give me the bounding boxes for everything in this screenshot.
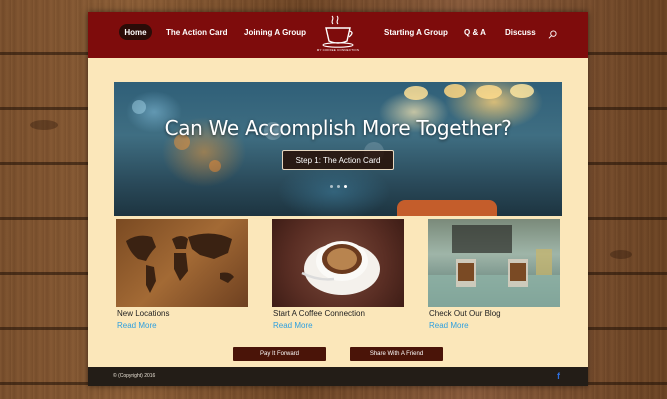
- action-card-button[interactable]: Step 1: The Action Card: [282, 150, 394, 170]
- nav-action-card[interactable]: The Action Card: [166, 28, 227, 37]
- hero-slider: Can We Accomplish More Together? Step 1:…: [114, 82, 562, 216]
- site-footer: © (Copyright) 2016 f: [88, 367, 588, 386]
- nav-discuss[interactable]: Discuss: [505, 28, 536, 37]
- read-more-link[interactable]: Read More: [117, 321, 157, 330]
- read-more-link[interactable]: Read More: [429, 321, 469, 330]
- pay-it-forward-button[interactable]: Pay It Forward: [233, 347, 326, 361]
- search-icon[interactable]: [548, 30, 557, 39]
- coffee-mug-graphic: [397, 200, 497, 216]
- nav-joining-group[interactable]: Joining A Group: [244, 28, 306, 37]
- slide-dot-3[interactable]: [344, 185, 347, 188]
- card-start-coffee-connection: Start A Coffee Connection Read More: [272, 219, 404, 330]
- nav-home[interactable]: Home: [119, 24, 152, 40]
- website-frame: Home The Action Card Joining A Group MY …: [88, 12, 588, 386]
- world-map-image[interactable]: [116, 219, 248, 307]
- card-title: New Locations: [117, 309, 170, 318]
- share-with-friend-button[interactable]: Share With A Friend: [350, 347, 443, 361]
- card-new-locations: New Locations Read More: [116, 219, 248, 330]
- facebook-icon[interactable]: f: [557, 371, 560, 381]
- copyright-text: © (Copyright) 2016: [113, 373, 156, 379]
- read-more-link[interactable]: Read More: [273, 321, 313, 330]
- logo-text: MY COFFEE CONNECTION: [316, 48, 360, 52]
- hero-title: Can We Accomplish More Together?: [164, 116, 512, 140]
- card-title: Start A Coffee Connection: [273, 309, 365, 318]
- nav-starting-group[interactable]: Starting A Group: [384, 28, 448, 37]
- card-title: Check Out Our Blog: [429, 309, 501, 318]
- slide-dot-2[interactable]: [337, 185, 340, 188]
- slider-dots: [330, 185, 347, 188]
- coffee-cup-image[interactable]: [272, 219, 404, 307]
- card-blog: Check Out Our Blog Read More: [428, 219, 560, 330]
- slide-dot-1[interactable]: [330, 185, 333, 188]
- nav-qa[interactable]: Q & A: [464, 28, 486, 37]
- cafe-table-image[interactable]: [428, 219, 560, 307]
- site-header: Home The Action Card Joining A Group MY …: [88, 12, 588, 58]
